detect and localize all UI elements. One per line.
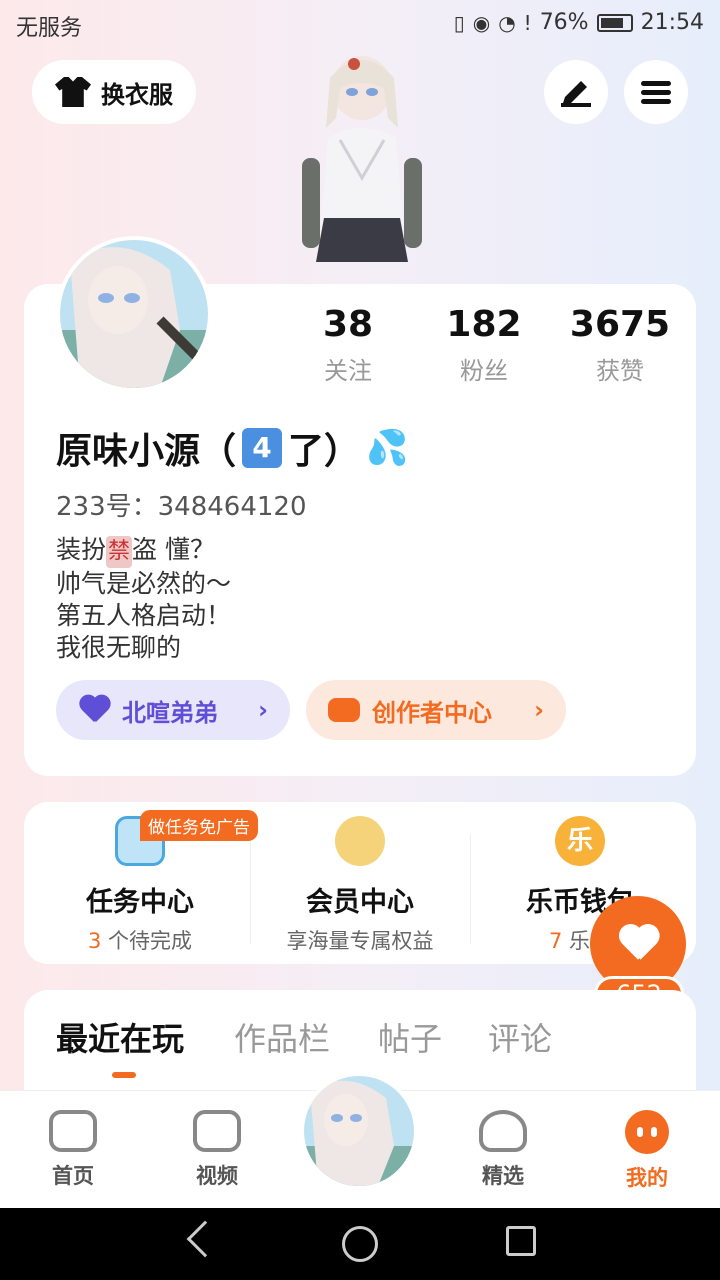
nav-featured-label: 精选 — [482, 1164, 524, 1188]
nav-avatar-button[interactable] — [300, 1072, 418, 1190]
username-prefix: 原味小源（ — [56, 431, 237, 472]
nav-video-label: 视频 — [196, 1164, 238, 1188]
guild-pill-button[interactable]: 北喧弟弟 › — [56, 680, 290, 740]
tab-posts[interactable]: 帖子 — [378, 1014, 442, 1060]
gamepad-icon — [328, 698, 360, 722]
guild-pill-label: 北喧弟弟 — [122, 698, 218, 727]
user-id: 233号：348464120 — [56, 492, 307, 522]
bio-line-1a: 装扮 — [56, 535, 107, 564]
bio: 装扮禁盗 懂？ 帅气是必然的～ 第五人格启动！ 我很无聊的 — [56, 534, 231, 664]
prohibited-badge: 禁 — [106, 536, 133, 568]
chevron-right-icon: › — [534, 696, 544, 724]
following-count: 38 — [322, 304, 374, 345]
character-avatar-figure[interactable] — [280, 48, 440, 284]
chevron-right-icon: › — [258, 696, 268, 724]
alert-icon: ! — [523, 10, 532, 35]
stat-following[interactable]: 38 关注 — [278, 304, 418, 386]
tab-recently-played[interactable]: 最近在玩 — [56, 1014, 184, 1060]
profile-face-icon — [625, 1110, 669, 1154]
keycap-four-badge: 4 — [242, 428, 283, 468]
status-icons: ▯ ◉ ◔ ! 76% 21:54 — [454, 10, 704, 35]
coin-icon: 乐 — [555, 816, 605, 866]
pen-icon — [561, 81, 591, 107]
active-tab-indicator — [112, 1072, 136, 1078]
status-bar: 无服务 ▯ ◉ ◔ ! 76% 21:54 — [0, 0, 720, 50]
clock: 21:54 — [640, 10, 704, 35]
vibrate-icon: ▯ — [453, 10, 465, 35]
nav-mine-label: 我的 — [626, 1166, 668, 1190]
avatar-image — [60, 240, 208, 388]
likes-count: 3675 — [569, 304, 671, 345]
edit-profile-button[interactable] — [544, 60, 608, 124]
avatar[interactable] — [56, 236, 212, 392]
play-icon — [193, 1110, 241, 1152]
nav-mine[interactable]: 我的 — [592, 1110, 702, 1192]
menu-button[interactable] — [624, 60, 688, 124]
hamburger-icon — [641, 77, 671, 108]
heart-diamond-icon — [479, 1110, 527, 1152]
shirt-icon — [55, 77, 91, 107]
tab-works[interactable]: 作品栏 — [234, 1014, 330, 1060]
username: 原味小源（ 4 了） 💦 — [56, 422, 408, 474]
tab-comments[interactable]: 评论 — [488, 1014, 552, 1060]
wifi-icon: ◔ — [498, 10, 516, 35]
heart-icon — [617, 926, 659, 962]
change-outfit-label: 换衣服 — [101, 80, 173, 109]
member-center-item[interactable]: 会员中心 享海量专属权益 — [250, 816, 470, 955]
username-suffix: 了） — [288, 431, 361, 472]
battery-icon — [596, 13, 633, 32]
sweat-drops-icon: 💦 — [366, 428, 409, 468]
followers-count: 182 — [446, 304, 522, 345]
change-outfit-button[interactable]: 换衣服 — [32, 60, 196, 124]
carrier-text: 无服务 — [16, 16, 83, 41]
following-label: 关注 — [324, 357, 372, 385]
heart-icon — [78, 696, 110, 724]
stat-likes[interactable]: 3675 获赞 — [550, 304, 690, 386]
gamepad-icon — [49, 1110, 97, 1152]
bio-line-3: 第五人格启动！ — [56, 601, 232, 630]
bio-line-2: 帅气是必然的～ — [56, 569, 232, 598]
bio-line-1b: 盗 懂？ — [132, 535, 215, 564]
nav-home[interactable]: 首页 — [18, 1110, 128, 1190]
member-center-subtitle: 享海量专属权益 — [286, 929, 434, 953]
likes-label: 获赞 — [596, 357, 644, 385]
followers-label: 粉丝 — [460, 357, 508, 385]
task-center-title: 任务中心 — [86, 887, 194, 918]
eye-icon: ◉ — [472, 10, 491, 35]
bio-line-4: 我很无聊的 — [56, 633, 182, 662]
member-center-title: 会员中心 — [306, 887, 414, 918]
avatar-image — [304, 1076, 414, 1186]
creator-center-label: 创作者中心 — [372, 698, 492, 727]
stat-followers[interactable]: 182 粉丝 — [414, 304, 554, 386]
task-badge: 做任务免广告 — [140, 810, 258, 841]
nav-video[interactable]: 视频 — [162, 1110, 272, 1190]
home-icon[interactable] — [342, 1226, 378, 1262]
recents-icon[interactable] — [506, 1226, 536, 1256]
nav-featured[interactable]: 精选 — [448, 1110, 558, 1190]
task-center-subtitle: 3 个待完成 — [87, 929, 193, 953]
crown-icon — [335, 816, 385, 866]
nav-home-label: 首页 — [52, 1164, 94, 1188]
battery-percent: 76% — [539, 10, 589, 35]
creator-center-button[interactable]: 创作者中心 › — [306, 680, 566, 740]
